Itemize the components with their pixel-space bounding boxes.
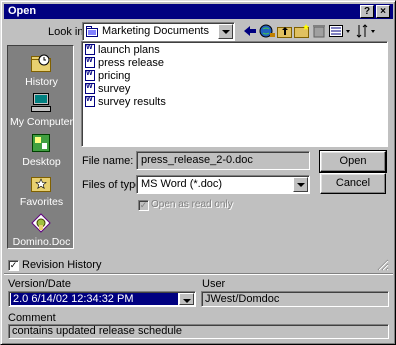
file-item[interactable]: launch plans [85,44,160,57]
user-value: JWest/Domdoc [205,293,280,305]
word-doc-icon [85,44,95,55]
file-list[interactable]: launch plans press release pricing surve… [81,41,388,147]
title-bar: Open ? × [4,4,393,19]
desktop-icon [30,132,52,154]
read-only-label: Open as read only [151,199,233,210]
new-folder-icon[interactable] [292,22,312,40]
look-in-value: Marketing Documents [102,25,209,37]
my-computer-icon [30,92,52,114]
open-button[interactable]: Open [319,150,387,173]
places-desktop[interactable]: Desktop [8,130,75,170]
user-field: JWest/Domdoc [201,291,389,307]
file-item[interactable]: pricing [85,70,130,83]
files-of-type-combo[interactable]: MS Word (*.doc) [136,175,310,194]
file-item-label: launch plans [98,44,160,56]
comment-label: Comment [8,312,56,324]
cancel-button-label: Cancel [335,177,371,189]
resize-grip-icon[interactable] [377,259,389,271]
file-name-field[interactable]: press_release_2-0.doc [136,151,310,170]
file-name-label: File name: [82,155,134,167]
places-desktop-label: Desktop [22,156,61,168]
revision-history-checkbox[interactable]: ✓ [8,260,19,271]
file-item-label: pricing [98,70,131,82]
help-button[interactable]: ? [360,5,374,18]
file-item-label: survey results [98,96,166,108]
open-button-label: Open [339,155,367,167]
close-button[interactable]: × [376,5,390,18]
version-date-combo[interactable]: 2.0 6/14/02 12:34:32 PM [8,291,196,307]
separator [4,273,393,275]
file-item[interactable]: press release [85,57,164,70]
file-name-value: press_release_2-0.doc [141,154,253,166]
file-item-label: survey [98,83,131,95]
places-history-label: History [25,76,58,88]
places-history[interactable]: History [8,50,75,90]
open-dialog: Open ? × Look in: Marketing Documents Hi… [0,0,396,345]
file-item[interactable]: survey results [85,96,166,109]
folder-icon [86,26,98,37]
places-domino-doc[interactable]: Domino.Doc [8,210,75,250]
file-item-label: press release [98,57,165,69]
domino-doc-icon [30,212,52,234]
places-favorites[interactable]: Favorites [8,170,75,210]
comment-value: contains updated release schedule [12,325,183,337]
views-icon[interactable] [327,22,353,40]
files-of-type-dropdown-icon[interactable] [293,177,308,192]
look-in-label: Look in: [48,26,87,38]
word-doc-icon [85,96,95,107]
favorites-icon [30,172,52,194]
version-date-dropdown-icon[interactable] [179,293,194,305]
read-only-checkbox[interactable]: ✓ [138,200,149,211]
search-web-icon[interactable] [257,22,277,40]
places-favorites-label: Favorites [19,196,64,208]
places-my-computer-label: My Computer [9,116,73,128]
dialog-title: Open [8,5,37,17]
look-in-combo[interactable]: Marketing Documents [82,22,235,41]
history-icon [30,52,52,74]
cancel-button[interactable]: Cancel [320,173,386,194]
word-doc-icon [85,57,95,68]
files-of-type-label: Files of type: [82,179,145,191]
word-doc-icon [85,83,95,94]
comment-field: contains updated release schedule [8,324,389,339]
version-date-value: 2.0 6/14/02 12:34:32 PM [13,293,134,305]
revision-history-label: Revision History [22,259,102,271]
user-label: User [202,278,226,290]
file-item[interactable]: survey [85,83,130,96]
word-doc-icon [85,70,95,81]
look-in-dropdown-icon[interactable] [218,24,233,39]
places-bar: History My Computer Desktop Favorites Do… [7,45,74,249]
places-domino-doc-label: Domino.Doc [12,236,71,248]
places-my-computer[interactable]: My Computer [8,90,75,130]
version-date-label: Version/Date [8,278,71,290]
tools-icon[interactable] [354,22,380,40]
files-of-type-value: MS Word (*.doc) [141,178,223,190]
